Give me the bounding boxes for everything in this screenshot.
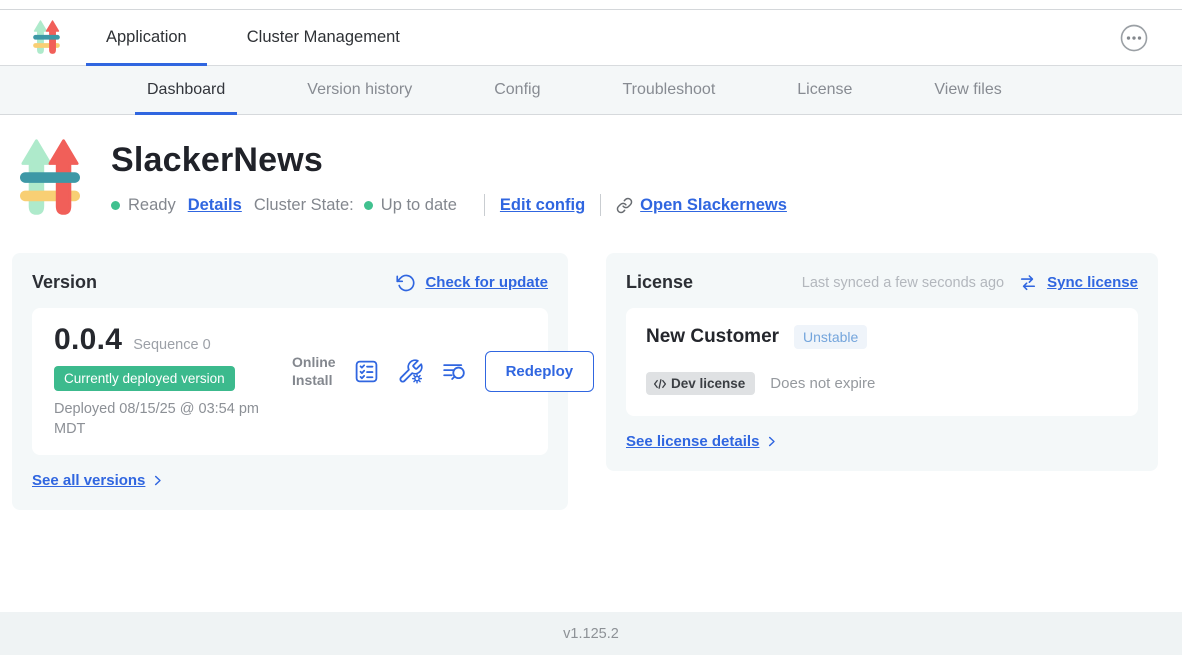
preflight-checklist-icon	[353, 358, 380, 385]
deploy-logs-button[interactable]	[441, 358, 468, 385]
open-app-link[interactable]: Open Slackernews	[616, 196, 787, 215]
app-status-text: Ready	[128, 196, 176, 215]
channel-badge: Unstable	[794, 325, 867, 349]
see-all-versions-label: See all versions	[32, 472, 145, 489]
version-sequence: Sequence 0	[133, 337, 210, 353]
see-all-versions-link[interactable]: See all versions	[32, 472, 165, 489]
license-card-title: License	[626, 272, 693, 293]
license-type-badge: Dev license	[646, 372, 755, 395]
deployed-timestamp: Deployed 08/15/25 @ 03:54 pm MDT	[54, 400, 286, 439]
cluster-state-label: Cluster State:	[254, 196, 354, 215]
divider	[484, 194, 485, 216]
license-card: License Last synced a few seconds ago Sy…	[606, 253, 1158, 471]
status-details-link[interactable]: Details	[188, 196, 242, 215]
app-logo-small	[33, 19, 60, 56]
cluster-state-value: Up to date	[381, 196, 457, 215]
tab-application[interactable]: Application	[86, 10, 207, 65]
subnav-tab-view-files[interactable]: View files	[922, 66, 1013, 114]
sync-license-link[interactable]: Sync license	[1047, 274, 1138, 291]
kebab-menu-icon	[1119, 23, 1149, 53]
install-type-label: Online Install	[292, 354, 336, 389]
overflow-menu-button[interactable]	[1119, 23, 1149, 53]
config-wrench-icon	[397, 358, 424, 385]
page-title: SlackerNews	[111, 141, 787, 180]
sync-icon	[1018, 273, 1038, 293]
divider	[600, 194, 601, 216]
edit-config-button[interactable]	[397, 358, 424, 385]
open-app-label: Open Slackernews	[640, 196, 787, 215]
subnav-tab-dashboard[interactable]: Dashboard	[135, 66, 237, 114]
subnav-tab-license[interactable]: License	[785, 66, 864, 114]
preflight-checks-button[interactable]	[353, 358, 380, 385]
version-card: Version Check for update 0.0.4 Sequence …	[12, 253, 568, 510]
subnav-tab-version-history[interactable]: Version history	[295, 66, 424, 114]
console-version-text: v1.125.2	[563, 626, 619, 642]
cluster-state-dot	[364, 201, 373, 210]
top-navbar: Application Cluster Management	[0, 10, 1182, 66]
refresh-icon	[396, 273, 416, 293]
subnav-tab-config[interactable]: Config	[482, 66, 552, 114]
subnav-tab-troubleshoot[interactable]: Troubleshoot	[610, 66, 727, 114]
edit-config-link[interactable]: Edit config	[500, 196, 585, 215]
app-logo-large	[20, 136, 80, 220]
customer-name: New Customer	[646, 326, 779, 348]
check-for-update-link[interactable]: Check for update	[425, 274, 548, 291]
last-synced-text: Last synced a few seconds ago	[802, 275, 1004, 291]
see-license-details-label: See license details	[626, 433, 759, 450]
see-license-details-link[interactable]: See license details	[626, 433, 779, 450]
deployed-status-badge: Currently deployed version	[54, 366, 235, 391]
version-card-title: Version	[32, 272, 97, 293]
app-header: SlackerNews Ready Details Cluster State:…	[0, 115, 1182, 220]
code-icon	[653, 377, 667, 391]
tab-cluster-management[interactable]: Cluster Management	[227, 10, 420, 65]
app-status-row: Ready Details Cluster State: Up to date …	[111, 194, 787, 216]
license-type-label: Dev license	[671, 376, 745, 391]
current-version-panel: 0.0.4 Sequence 0 Currently deployed vers…	[32, 308, 548, 455]
link-icon	[616, 197, 633, 214]
top-spacer	[0, 0, 1182, 9]
deploy-logs-icon	[441, 358, 468, 385]
dashboard-cards: Version Check for update 0.0.4 Sequence …	[0, 253, 1182, 510]
version-number: 0.0.4	[54, 323, 122, 357]
license-detail-panel: New Customer Unstable Dev license Does n…	[626, 308, 1138, 416]
app-status-dot	[111, 201, 120, 210]
license-expiry-text: Does not expire	[770, 375, 875, 392]
top-nav-tabs: Application Cluster Management	[86, 10, 440, 65]
redeploy-button[interactable]: Redeploy	[485, 351, 595, 392]
console-footer: v1.125.2	[0, 612, 1182, 655]
app-subnav: Dashboard Version history Config Trouble…	[0, 66, 1182, 115]
chevron-right-icon	[150, 473, 165, 488]
chevron-right-icon	[764, 434, 779, 449]
